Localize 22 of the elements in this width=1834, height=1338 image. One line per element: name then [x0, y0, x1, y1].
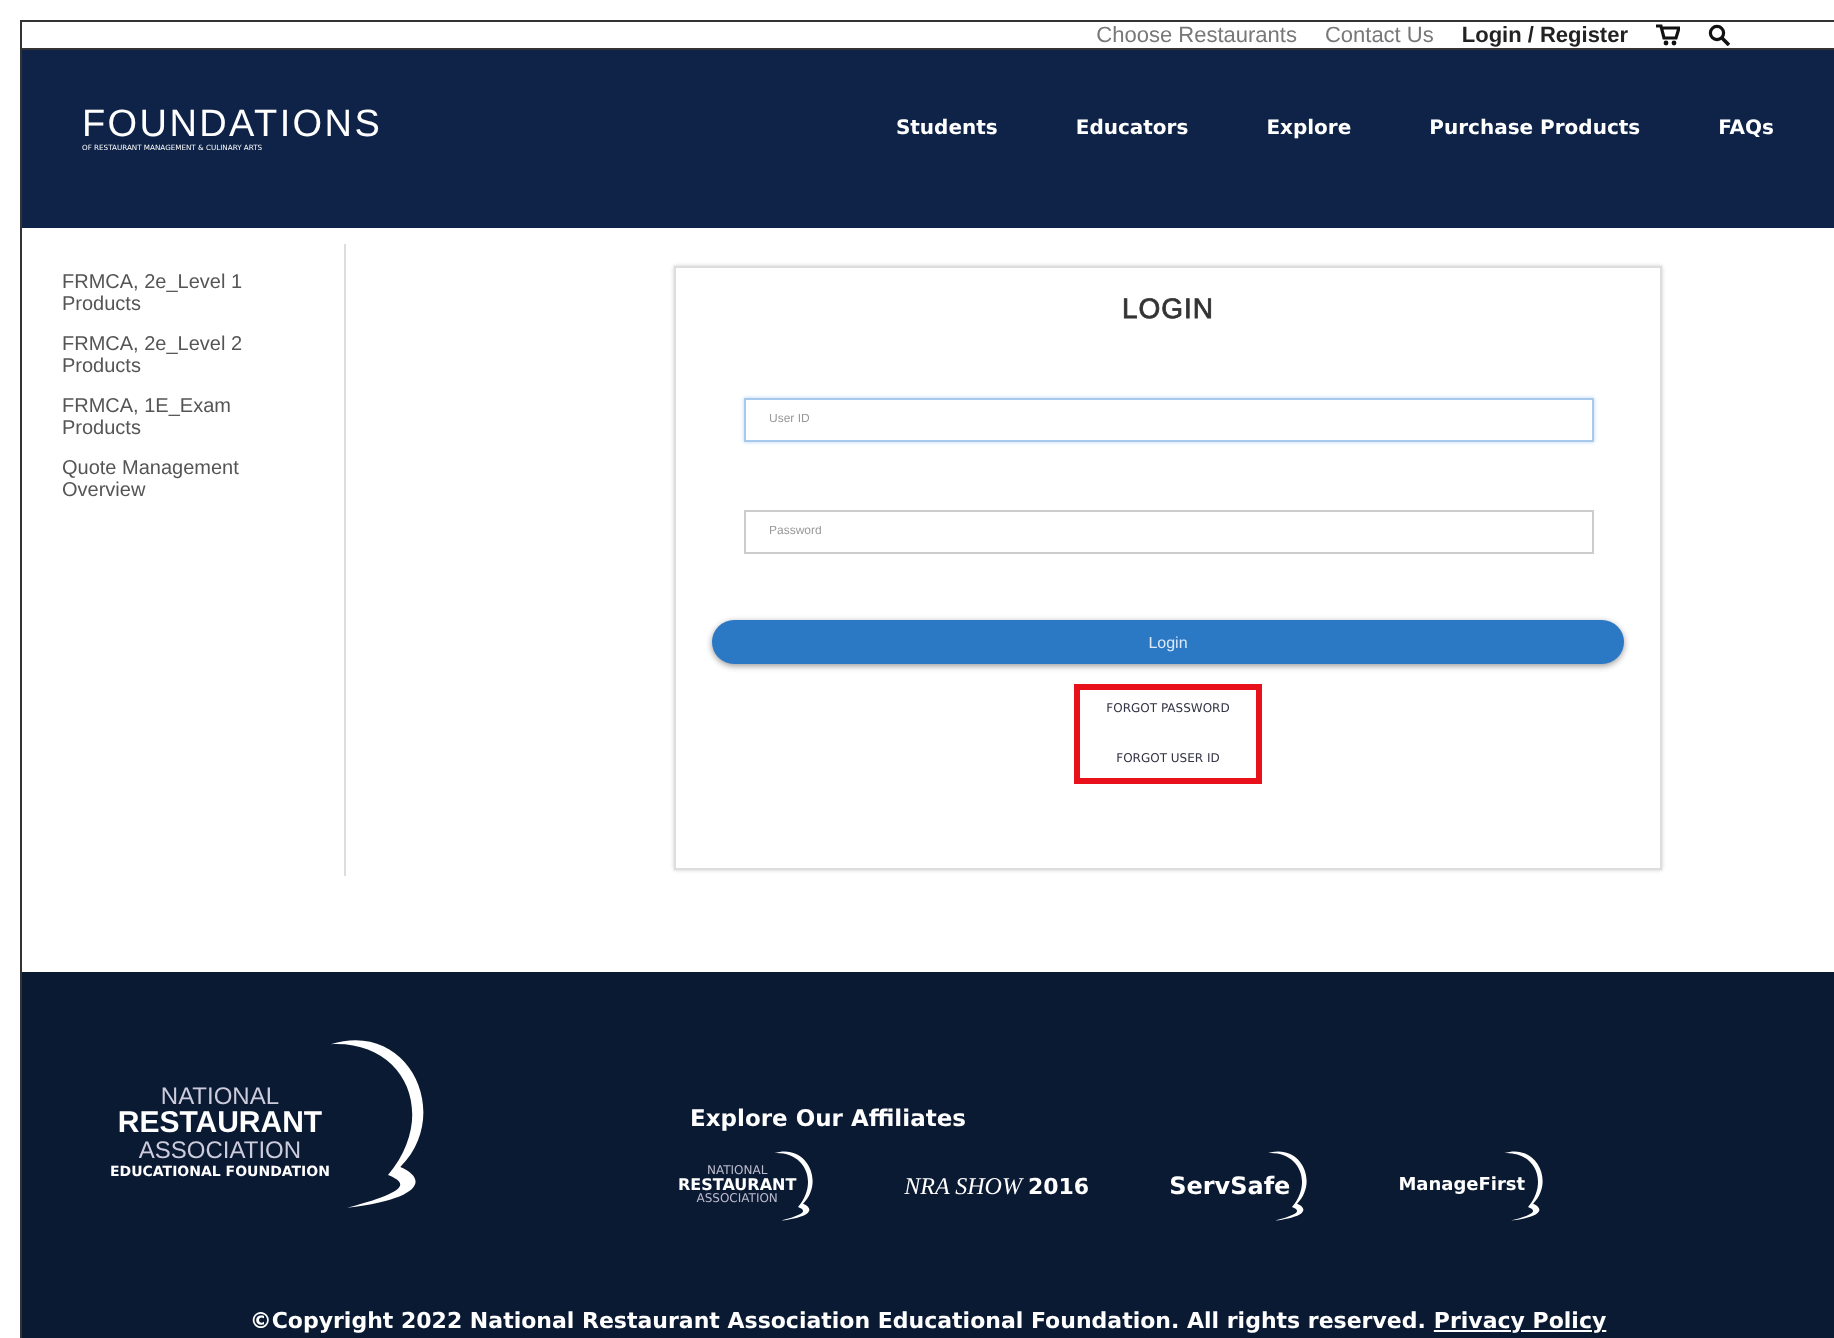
- affiliate-logo[interactable]: ServSafe: [1169, 1148, 1319, 1224]
- nav-link[interactable]: Purchase Products: [1429, 118, 1641, 140]
- cart-icon[interactable]: [1656, 24, 1680, 46]
- search-icon[interactable]: [1708, 24, 1730, 46]
- sidebar-link[interactable]: FRMCA, 2e_Level 2 Products: [62, 334, 282, 378]
- sidebar-link[interactable]: FRMCA, 2e_Level 1 Products: [62, 272, 282, 316]
- sidebar-link[interactable]: FRMCA, 1E_Exam Products: [62, 396, 282, 440]
- affiliate-logo[interactable]: NRA SHOW 2016: [904, 1171, 1090, 1201]
- nav-link[interactable]: Students: [895, 118, 998, 140]
- sidebar-link[interactable]: Quote Management Overview: [62, 458, 282, 502]
- top-link[interactable]: Login / Register: [1461, 23, 1628, 47]
- affiliate-logo[interactable]: ManageFirst: [1398, 1148, 1554, 1224]
- login-title: LOGIN: [1121, 292, 1215, 324]
- nav-link[interactable]: Educators: [1075, 118, 1189, 140]
- copyright-text: ©Copyright 2022 National Restaurant Association Educational Foundation. All rights reserved.: [249, 1308, 1426, 1334]
- nav-link[interactable]: Explore: [1266, 118, 1352, 140]
- privacy-policy-link[interactable]: Privacy Policy: [1433, 1308, 1607, 1334]
- nav-link[interactable]: FAQs: [1718, 118, 1774, 140]
- top-link[interactable]: Choose Restaurants: [1096, 23, 1297, 47]
- top-link[interactable]: Contact Us: [1324, 23, 1434, 47]
- login-button[interactable]: Login: [712, 620, 1624, 664]
- affiliates-heading: Explore Our Affiliates: [690, 1104, 968, 1132]
